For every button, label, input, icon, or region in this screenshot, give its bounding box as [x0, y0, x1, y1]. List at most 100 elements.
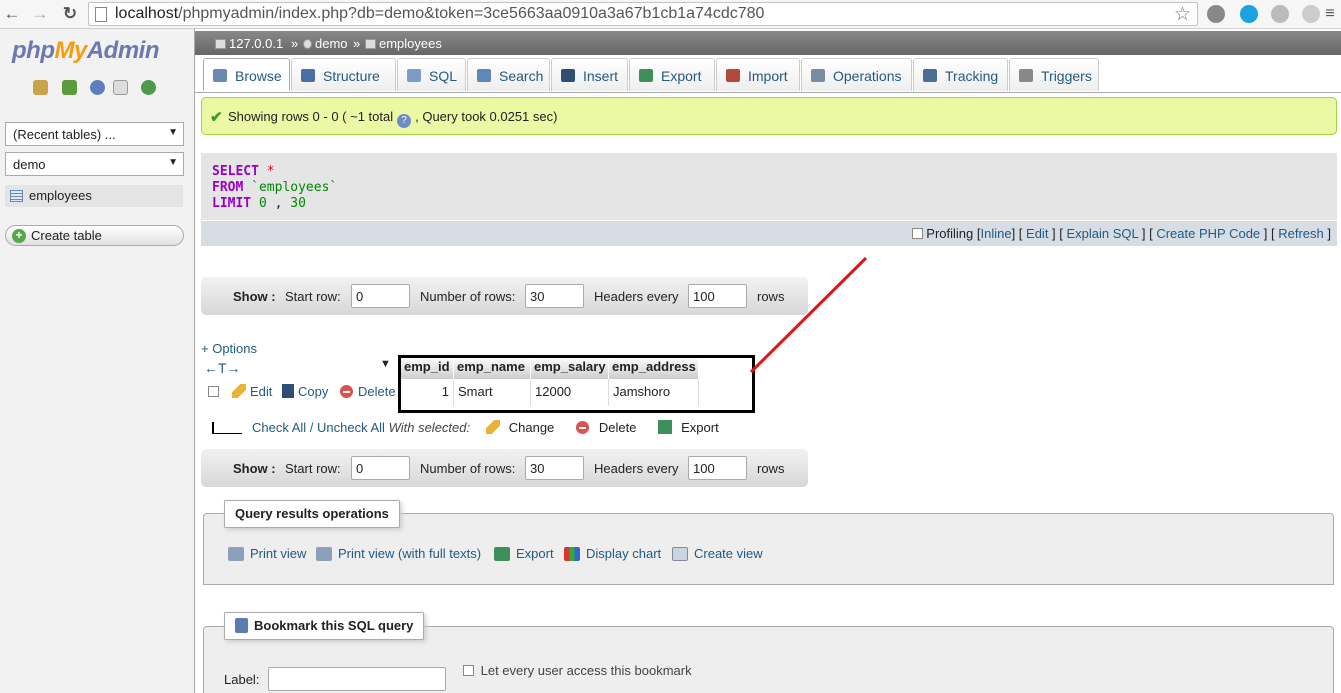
export-icon — [494, 547, 510, 561]
help-icon[interactable]: ? — [397, 114, 412, 128]
insert-icon — [561, 69, 575, 82]
tab-import[interactable]: Import — [716, 58, 800, 91]
tab-label: Search — [499, 68, 544, 84]
browser-toolbar: ← → ↻ localhost/phpmyadmin/index.php?db=… — [0, 0, 1341, 29]
tab-label: Tracking — [945, 68, 999, 84]
sql-keyword: SELECT — [212, 164, 259, 179]
pencil-icon — [485, 420, 500, 434]
query-results-operations-legend: Query results operations — [224, 500, 400, 528]
profiling-checkbox[interactable] — [912, 228, 924, 239]
forward-icon[interactable]: → — [30, 4, 50, 24]
breadcrumb-database[interactable]: demo — [303, 36, 348, 51]
tab-operations[interactable]: Operations — [801, 58, 912, 91]
import-icon — [726, 69, 740, 82]
tab-browse[interactable]: Browse — [203, 58, 290, 91]
sidebar-item-employees[interactable]: employees — [5, 185, 183, 207]
export-icon — [639, 69, 653, 82]
bookmark-label-input[interactable] — [268, 667, 446, 691]
print-view-full-link[interactable]: Print view (with full texts) — [316, 546, 481, 561]
tab-structure[interactable]: Structure — [291, 58, 396, 91]
sort-arrow-icon[interactable]: ▼ — [380, 358, 391, 370]
sql-icon — [407, 69, 421, 82]
view-icon — [672, 547, 688, 561]
server-icon — [215, 39, 226, 49]
export-results-link[interactable]: Export — [494, 546, 554, 561]
bookmark-star-icon[interactable]: ☆ — [1174, 3, 1191, 26]
edit-row-link[interactable]: Edit — [232, 384, 272, 399]
number-of-rows-input[interactable]: 30 — [525, 284, 584, 308]
breadcrumb-separator: » — [353, 36, 361, 51]
browse-icon — [213, 69, 227, 82]
tab-search[interactable]: Search — [467, 58, 550, 91]
pencil-icon — [232, 384, 246, 398]
page-icon — [95, 7, 107, 22]
database-select[interactable]: demo ▼ — [5, 152, 184, 176]
start-row-input[interactable]: 0 — [351, 284, 410, 308]
refresh-link[interactable]: Refresh — [1278, 226, 1324, 241]
extension-icon[interactable] — [1302, 5, 1320, 23]
edit-link[interactable]: Edit — [1026, 226, 1048, 241]
delete-selected-button[interactable]: Delete — [575, 420, 636, 435]
extension-icon[interactable] — [1271, 5, 1289, 23]
every-user-checkbox-row[interactable]: Let every user access this bookmark — [463, 663, 692, 678]
globe-extension-icon[interactable] — [1207, 5, 1225, 23]
bookmark-legend: Bookmark this SQL query — [224, 612, 425, 640]
reload-icon[interactable]: ↻ — [60, 4, 80, 24]
navigation-bar-top: Show : Start row: 0 Number of rows: 30 H… — [201, 277, 808, 315]
print-view-link[interactable]: Print view — [228, 546, 306, 561]
tab-label: Operations — [833, 68, 902, 84]
home-icon[interactable] — [33, 80, 48, 95]
skype-extension-icon[interactable] — [1240, 5, 1258, 23]
tab-label: SQL — [429, 68, 458, 84]
check-all-link[interactable]: Check All / Uncheck All — [252, 420, 385, 435]
headers-every-input[interactable]: 100 — [688, 284, 747, 308]
column-arrows-icon[interactable]: ←T→ — [204, 360, 241, 376]
create-table-button[interactable]: + Create table — [5, 225, 184, 246]
breadcrumb-server[interactable]: 127.0.0.1 — [215, 36, 283, 51]
copy-row-link[interactable]: Copy — [282, 384, 328, 399]
number-of-rows-input[interactable]: 30 — [525, 456, 584, 480]
export-selected-button[interactable]: Export — [658, 420, 719, 435]
checkmark-icon: ✔ — [210, 109, 223, 126]
tab-sql[interactable]: SQL — [397, 58, 466, 91]
explain-sql-link[interactable]: Explain SQL — [1067, 226, 1139, 241]
every-user-checkbox[interactable] — [463, 665, 474, 676]
tab-triggers[interactable]: Triggers — [1009, 58, 1099, 91]
logout-icon[interactable] — [62, 80, 77, 95]
sql-query-box[interactable]: SELECT * FROM `employees` LIMIT 0 , 30 — [201, 153, 1337, 220]
breadcrumb-table[interactable]: employees — [365, 36, 442, 51]
change-selected-button[interactable]: Change — [485, 420, 554, 435]
phpmyadmin-logo[interactable]: phpMyAdmin — [12, 37, 160, 65]
headers-every-input[interactable]: 100 — [688, 456, 747, 480]
tab-label: Browse — [235, 68, 282, 84]
inline-edit-link[interactable]: Inline — [981, 226, 1012, 241]
start-row-input[interactable]: 0 — [351, 456, 410, 480]
help-icon[interactable] — [90, 80, 105, 95]
table-icon — [10, 190, 23, 202]
menu-icon[interactable]: ≡ — [1320, 4, 1340, 24]
back-icon[interactable]: ← — [2, 4, 22, 24]
create-view-link[interactable]: Create view — [672, 546, 763, 561]
tracking-icon — [923, 69, 937, 82]
database-icon — [303, 39, 312, 49]
tab-bar: Browse Structure SQL Search Insert Export Impo… — [195, 55, 1341, 93]
tab-tracking[interactable]: Tracking — [913, 58, 1008, 91]
address-bar[interactable]: localhost/phpmyadmin/index.php?db=demo&t… — [88, 2, 1198, 26]
table-icon — [365, 39, 376, 49]
reload-navigation-icon[interactable] — [141, 80, 156, 95]
recent-tables-select[interactable]: (Recent tables) ... ▼ — [5, 122, 184, 146]
breadcrumb: 127.0.0.1 » demo » employees — [195, 31, 1341, 55]
url-text[interactable]: localhost/phpmyadmin/index.php?db=demo&t… — [115, 5, 764, 23]
tab-export[interactable]: Export — [629, 58, 715, 91]
success-message: ✔ Showing rows 0 - 0 ( ~1 total?, Query … — [201, 97, 1337, 135]
delete-row-link[interactable]: Delete — [340, 384, 396, 399]
tab-insert[interactable]: Insert — [551, 58, 628, 91]
structure-icon — [301, 69, 315, 82]
operations-icon — [811, 69, 825, 82]
create-php-code-link[interactable]: Create PHP Code — [1156, 226, 1260, 241]
options-link[interactable]: + Options — [201, 341, 257, 356]
documentation-icon[interactable] — [113, 80, 128, 95]
row-checkbox[interactable] — [208, 386, 219, 397]
display-chart-link[interactable]: Display chart — [564, 546, 661, 561]
sql-actions-bar: Profiling [Inline] [ Edit ] [ Explain SQ… — [201, 221, 1337, 246]
